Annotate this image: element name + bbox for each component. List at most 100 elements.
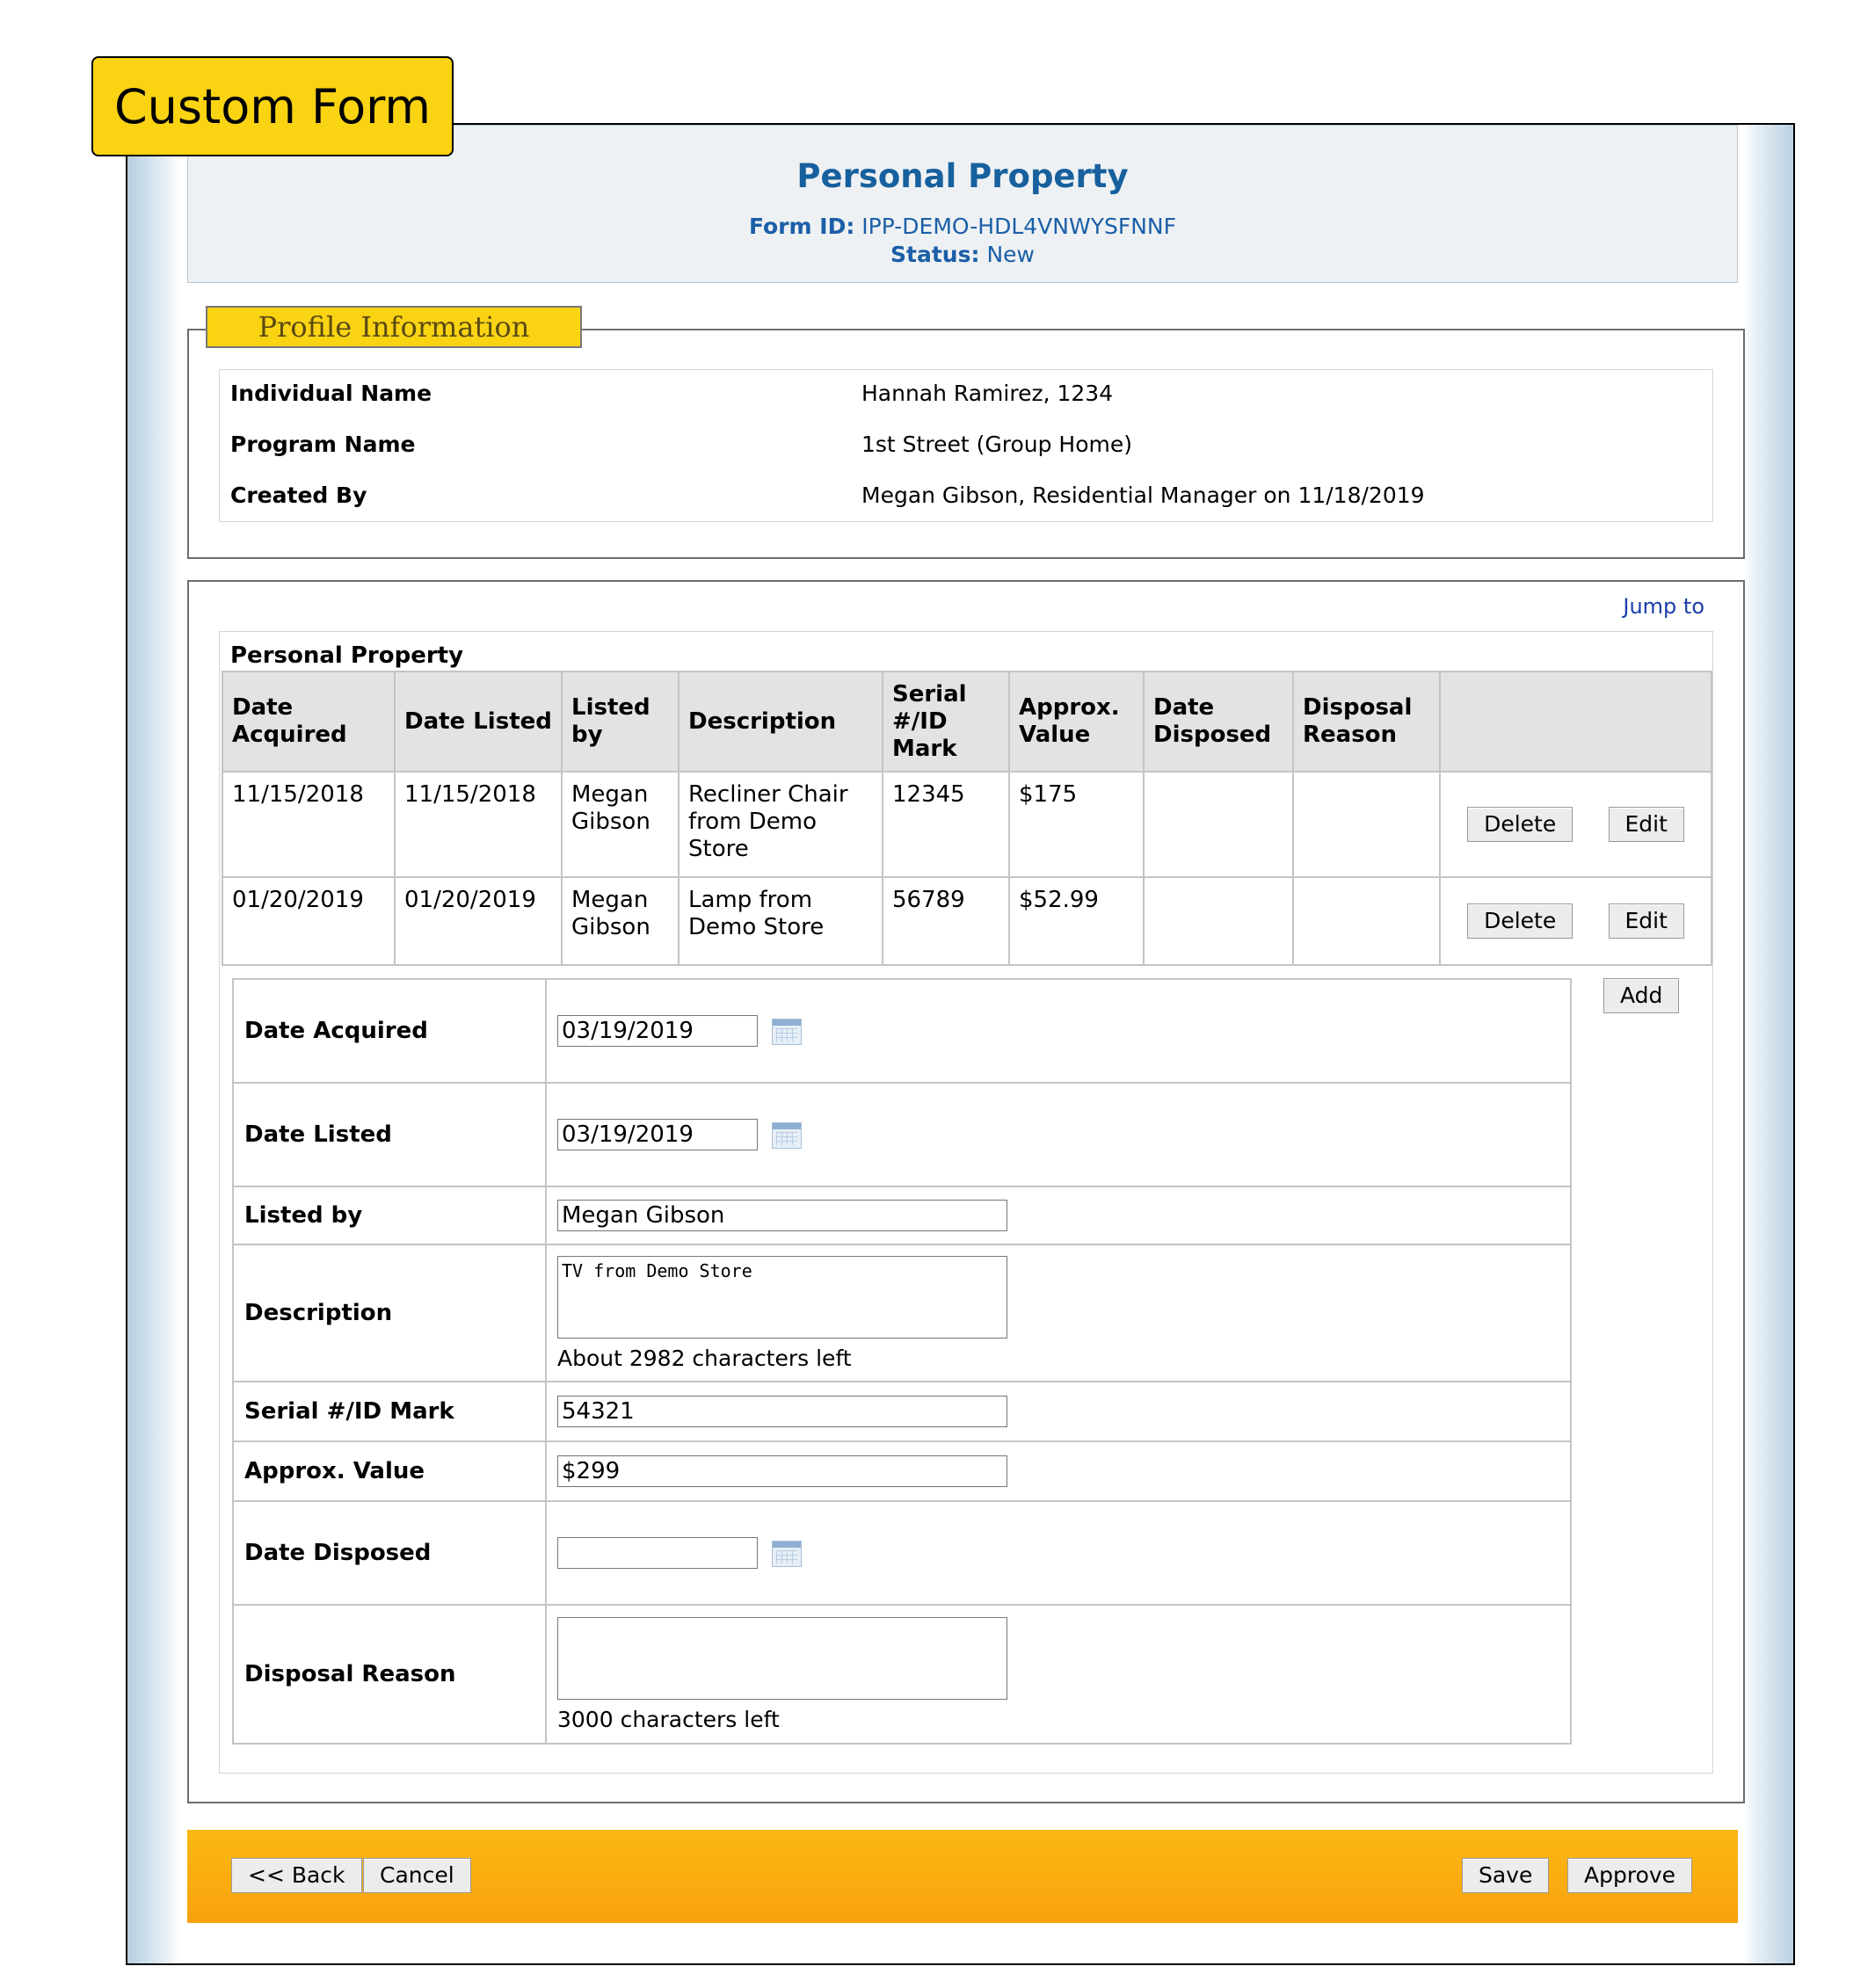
form-row-value: Approx. Value [232, 1440, 1572, 1502]
date-acquired-label: Date Acquired [232, 978, 547, 1084]
actions-column-header [1439, 671, 1712, 773]
listed-by-cell [545, 1186, 1572, 1245]
table-row: 01/20/2019 01/20/2019 Megan Gibson Lamp … [222, 876, 1712, 966]
profile-section: Individual Name Hannah Ramirez, 1234 Pro… [187, 329, 1745, 559]
approx-value-label: Approx. Value [232, 1440, 547, 1502]
cell-description: Recliner Chair from Demo Store [678, 771, 883, 878]
save-button[interactable]: Save [1462, 1858, 1550, 1893]
cell-description: Lamp from Demo Store [678, 876, 883, 966]
cell-value: $52.99 [1008, 876, 1145, 966]
property-edit-form: Date Acquired Date Listed Listed by [232, 978, 1572, 1745]
cell-serial: 12345 [882, 771, 1010, 878]
date-acquired-input[interactable] [557, 1015, 758, 1047]
status-line: Status: New [188, 241, 1737, 269]
profile-table: Individual Name Hannah Ramirez, 1234 Pro… [219, 369, 1713, 522]
cell-date-listed: 01/20/2019 [394, 876, 563, 966]
property-table-caption: Personal Property [230, 642, 464, 669]
cell-date-disposed [1143, 771, 1294, 878]
personal-property-section: Jump to Personal Property Date Acquired … [187, 580, 1745, 1803]
table-header-row: Date Acquired Date Listed Listed by Desc… [222, 671, 1712, 773]
description-chars-left: About 2982 characters left [557, 1345, 852, 1371]
profile-label: Created By [230, 482, 367, 508]
approve-button[interactable]: Approve [1567, 1858, 1693, 1893]
form-id-label: Form ID: [748, 214, 855, 239]
column-header: Disposal Reason [1292, 671, 1441, 773]
listed-by-label: Listed by [232, 1186, 547, 1245]
row-actions: Delete Edit [1439, 876, 1712, 966]
property-table: Date Acquired Date Listed Listed by Desc… [222, 671, 1712, 966]
delete-button[interactable]: Delete [1467, 807, 1573, 842]
date-disposed-cell [545, 1500, 1572, 1606]
date-listed-label: Date Listed [232, 1082, 547, 1187]
form-row-date-listed: Date Listed [232, 1082, 1572, 1187]
disposal-reason-textarea[interactable] [557, 1616, 1007, 1700]
form-row-description: Description TV from Demo Store About 298… [232, 1244, 1572, 1382]
cell-date-disposed [1143, 876, 1294, 966]
profile-section-legend: Profile Information [206, 306, 582, 348]
column-header: Date Listed [394, 671, 563, 773]
cell-date-acquired: 11/15/2018 [222, 771, 396, 878]
cell-serial: 56789 [882, 876, 1010, 966]
cell-listed-by: Megan Gibson [561, 876, 680, 966]
status-value: New [986, 242, 1035, 267]
action-bar: << Back Cancel Save Approve [187, 1830, 1738, 1923]
form-row-date-acquired: Date Acquired [232, 978, 1572, 1084]
calendar-icon[interactable] [772, 1018, 803, 1045]
disposal-reason-label: Disposal Reason [232, 1604, 547, 1745]
cell-date-acquired: 01/20/2019 [222, 876, 396, 966]
profile-label: Individual Name [230, 381, 432, 406]
description-textarea[interactable]: TV from Demo Store [557, 1255, 1007, 1339]
serial-cell [545, 1381, 1572, 1442]
form-row-serial: Serial #/ID Mark [232, 1381, 1572, 1442]
cell-date-listed: 11/15/2018 [394, 771, 563, 878]
cell-disposal-reason [1292, 876, 1441, 966]
status-label: Status: [890, 242, 980, 267]
cancel-button[interactable]: Cancel [363, 1858, 471, 1893]
table-row: 11/15/2018 11/15/2018 Megan Gibson Recli… [222, 771, 1712, 878]
column-header: Description [678, 671, 883, 773]
personal-property-panel: Personal Property Date Acquired Date Lis… [219, 631, 1713, 1774]
column-header: Date Acquired [222, 671, 396, 773]
date-disposed-label: Date Disposed [232, 1500, 547, 1606]
profile-value: Megan Gibson, Residential Manager on 11/… [861, 482, 1425, 508]
form-window: Personal Property Form ID: IPP-DEMO-HDL4… [126, 123, 1795, 1965]
column-header: Approx. Value [1008, 671, 1145, 773]
approx-value-cell [545, 1440, 1572, 1502]
form-id-line: Form ID: IPP-DEMO-HDL4VNWYSFNNF [188, 213, 1737, 241]
approx-value-input[interactable] [557, 1455, 1007, 1487]
jump-to-link[interactable]: Jump to [1623, 594, 1704, 619]
edit-button[interactable]: Edit [1608, 807, 1684, 842]
profile-label: Program Name [230, 432, 416, 457]
cell-value: $175 [1008, 771, 1145, 878]
profile-value: Hannah Ramirez, 1234 [861, 381, 1114, 406]
form-row-disposal-reason: Disposal Reason 3000 characters left [232, 1604, 1572, 1745]
row-actions: Delete Edit [1439, 771, 1712, 878]
column-header: Listed by [561, 671, 680, 773]
form-id-value: IPP-DEMO-HDL4VNWYSFNNF [861, 214, 1177, 239]
delete-button[interactable]: Delete [1467, 903, 1573, 939]
profile-value: 1st Street (Group Home) [861, 432, 1132, 457]
page-title: Personal Property [796, 157, 1129, 195]
form-row-listed-by: Listed by [232, 1186, 1572, 1245]
serial-input[interactable] [557, 1396, 1007, 1427]
column-header: Date Disposed [1143, 671, 1294, 773]
form-row-date-disposed: Date Disposed [232, 1500, 1572, 1606]
edit-button[interactable]: Edit [1608, 903, 1684, 939]
disposal-reason-cell: 3000 characters left [545, 1604, 1572, 1745]
calendar-icon[interactable] [772, 1121, 803, 1149]
listed-by-input[interactable] [557, 1200, 1007, 1231]
add-button[interactable]: Add [1603, 978, 1680, 1013]
custom-form-callout: Custom Form [91, 56, 454, 156]
date-listed-cell [545, 1082, 1572, 1187]
cell-disposal-reason [1292, 771, 1441, 878]
calendar-icon[interactable] [772, 1540, 803, 1567]
back-button[interactable]: << Back [231, 1858, 362, 1893]
serial-label: Serial #/ID Mark [232, 1381, 547, 1442]
date-disposed-input[interactable] [557, 1537, 758, 1569]
cell-listed-by: Megan Gibson [561, 771, 680, 878]
date-acquired-cell [545, 978, 1572, 1084]
column-header: Serial #/ID Mark [882, 671, 1010, 773]
date-listed-input[interactable] [557, 1119, 758, 1150]
disposal-reason-chars-left: 3000 characters left [557, 1706, 780, 1732]
description-label: Description [232, 1244, 547, 1382]
